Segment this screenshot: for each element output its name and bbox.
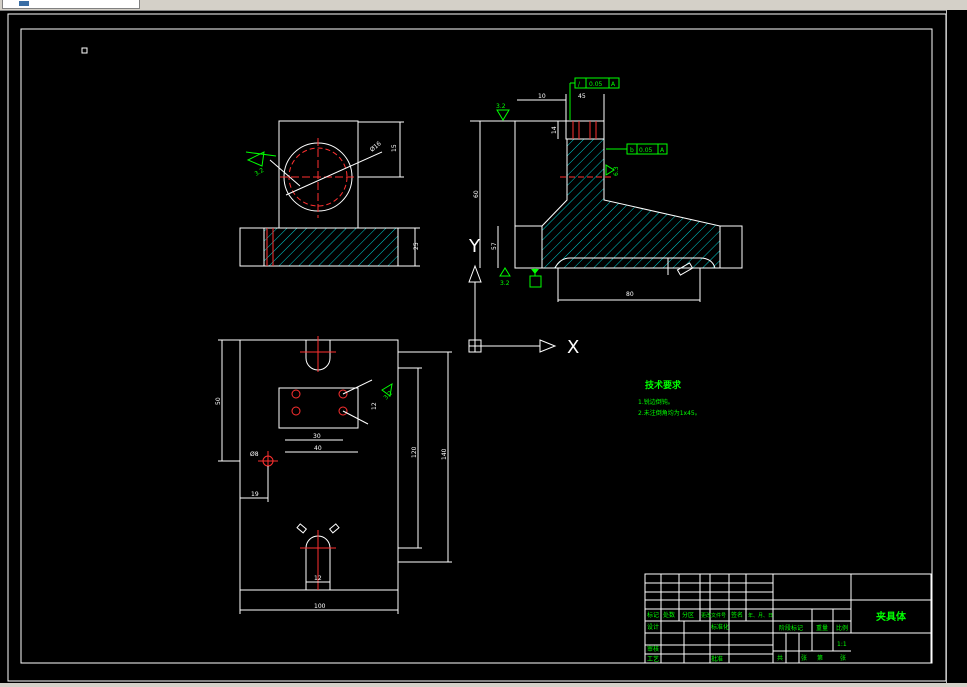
dim-side-w: 80 [626, 291, 634, 298]
technical-requirements: 技术要求 1.锐边倒钝。 2.未注倒角均为1x45。 [638, 379, 701, 417]
dim-plan-h1: 140 [441, 448, 448, 460]
dim-side-small: 45 [578, 93, 586, 100]
tb-zone: 分区 [682, 611, 694, 619]
dim-side-top: 10 [538, 93, 546, 100]
datum-box-bottom [529, 275, 542, 288]
gt2-datum: A [660, 147, 665, 154]
cad-drawing-canvas[interactable]: 15 25 Ø16 3.2 10 60 57 14 80 45 3.2 3.2 … [0, 0, 967, 687]
tb-review: 审核 [647, 645, 659, 653]
roughness-side-face: 6.3 [613, 166, 620, 176]
dim-plan-h2: 120 [411, 446, 418, 458]
svg-text:/: / [578, 81, 581, 88]
tb-weight: 重量 [816, 624, 828, 632]
tb-count: 处数 [663, 611, 675, 619]
outer-frame [7, 13, 947, 682]
front-view: 15 25 Ø16 3.2 [239, 120, 420, 267]
tb-mark: 标记 [647, 611, 659, 619]
tb-design: 设计 [647, 623, 659, 631]
roughness-side-base: 3.2 [500, 280, 510, 287]
tb-sheet2: 张 [801, 654, 807, 662]
dim-front-base: 25 [413, 242, 420, 250]
tb-scale-value: 1:1 [837, 641, 847, 648]
tb-std: 标准化 [711, 623, 729, 631]
tb-process: 工艺 [647, 655, 659, 663]
tb-doc: 更改文件号 [701, 612, 726, 619]
gt1-datum: A [611, 81, 616, 88]
title-block: 标记 处数 分区 更改文件号 签名 年、月、日 设计 标准化 审核 工艺 批准 … [644, 573, 932, 664]
dim-side-h1: 60 [473, 190, 480, 198]
tb-date: 年、月、日 [748, 612, 773, 619]
dim-side-h2: 57 [491, 242, 498, 250]
tech-req-line-2: 2.未注倒角均为1x45。 [638, 409, 701, 417]
tb-part-name: 夹具体 [876, 610, 907, 623]
gt2-value: 0.05 [639, 147, 653, 154]
tb-page2: 张 [840, 654, 846, 662]
tech-req-title: 技术要求 [645, 379, 682, 391]
dim-plan-x: 19 [251, 491, 259, 498]
svg-text:b: b [630, 147, 634, 154]
plan-hole [291, 406, 301, 416]
axis-x-label: X [567, 337, 579, 358]
corner-marker [81, 47, 88, 54]
dim-plan-slot: 12 [314, 575, 322, 582]
dim-front-height: 15 [391, 144, 398, 152]
dim-plan-d2: 40 [314, 445, 322, 452]
dim-side-b: 14 [551, 126, 558, 134]
tech-req-line-1: 1.锐边倒钝。 [638, 398, 674, 406]
gt1-value: 0.05 [589, 81, 603, 88]
roughness-side-top: 3.2 [496, 103, 506, 110]
status-strip [0, 683, 967, 687]
tb-approve: 批准 [711, 655, 723, 663]
dim-plan-d1: 30 [313, 433, 321, 440]
plan-hole [291, 389, 301, 399]
geometric-tolerance-2: b 0.05 A [606, 143, 668, 155]
dim-plan-left: 50 [215, 397, 222, 405]
tb-sheet: 共 [777, 654, 783, 662]
dim-plan-w: 100 [314, 603, 326, 610]
side-section-view: 10 60 57 14 80 45 3.2 3.2 6.3 / 0.05 A b [470, 77, 743, 302]
tb-page: 第 [817, 654, 823, 662]
scrollbar-right[interactable] [946, 10, 967, 687]
tb-scale-label: 比例 [836, 624, 848, 632]
axis-y-label: Y [468, 236, 481, 257]
tb-sign: 签名 [731, 611, 743, 619]
dim-plan-d3: 12 [371, 402, 378, 410]
plan-view: 100 140 120 50 Ø8 19 30 40 12 12 3.2 [215, 336, 452, 614]
dim-phi: Ø16 [369, 140, 383, 153]
dim-plan-hole: Ø8 [250, 451, 259, 458]
tb-stage: 阶段标记 [779, 624, 803, 632]
roughness-front: 3.2 [254, 167, 266, 178]
